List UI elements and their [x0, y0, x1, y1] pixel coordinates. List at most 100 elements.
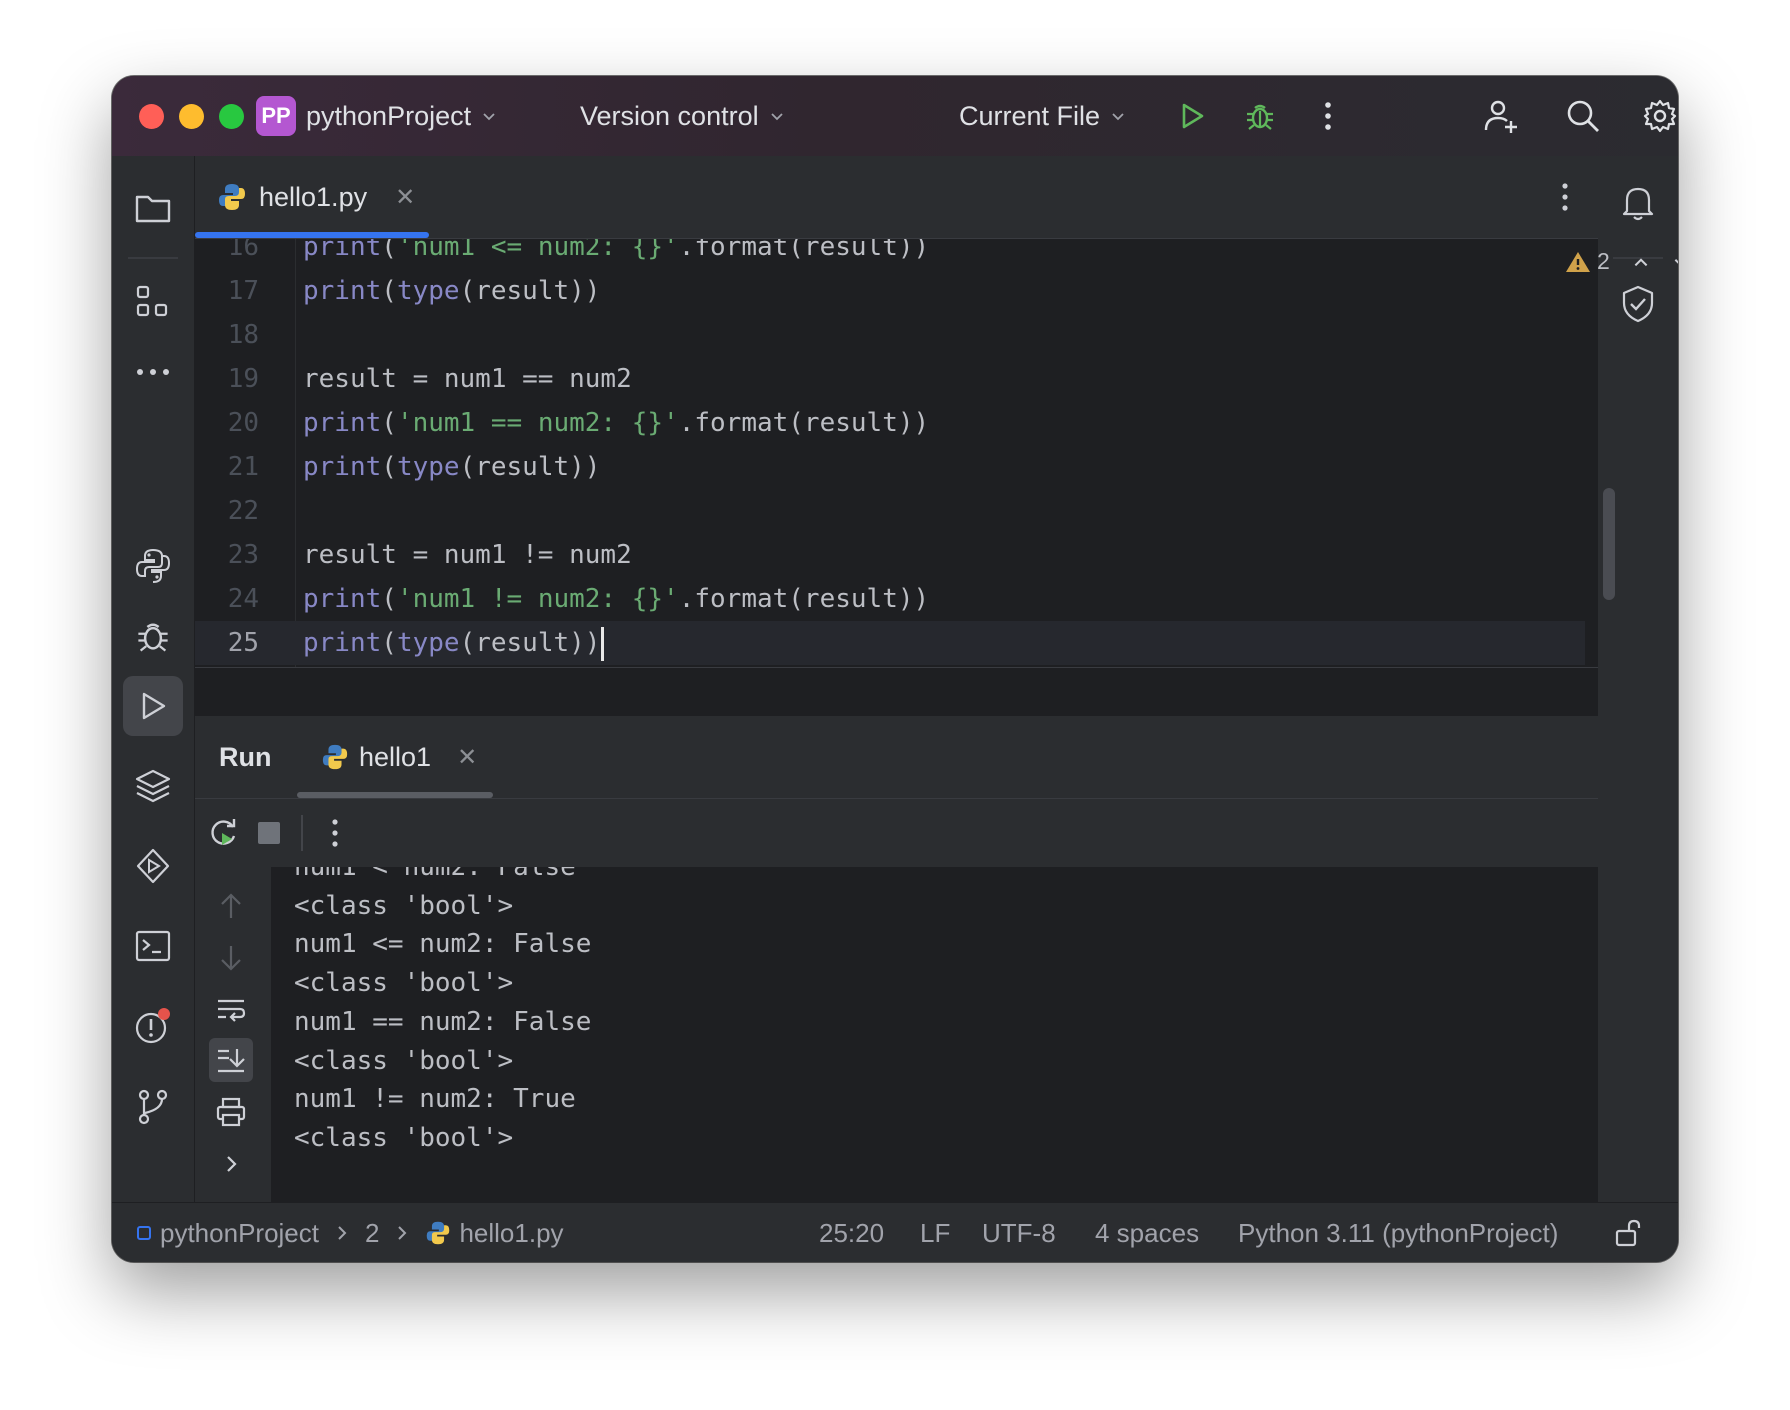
right-tool-strip — [1597, 156, 1678, 1262]
python-packages-tool-button[interactable] — [123, 536, 183, 596]
debug-tool-button[interactable] — [123, 606, 183, 666]
run-icon — [142, 692, 166, 720]
printer-icon — [216, 1097, 246, 1127]
code-line[interactable]: 17 print(type(result)) — [195, 269, 1585, 313]
run-icon — [1182, 103, 1204, 129]
code-line[interactable]: 24 print('num1 != num2: {}'.format(result… — [195, 577, 1585, 621]
line-separator[interactable]: LF — [920, 1203, 950, 1262]
structure-tool-button[interactable] — [123, 272, 183, 332]
scroll-to-end-button[interactable] — [209, 1038, 253, 1082]
indent-setting[interactable]: 4 spaces — [1095, 1203, 1199, 1262]
problems-icon — [135, 1008, 170, 1044]
project-tool-button[interactable] — [123, 178, 183, 238]
console-line: <class 'bool'> — [294, 1045, 514, 1076]
gear-icon — [1643, 99, 1677, 133]
line-number: 22 — [227, 496, 259, 526]
line-number: 16 — [227, 239, 259, 262]
python-file-icon — [322, 744, 348, 770]
minimize-window-button[interactable] — [179, 104, 204, 129]
close-run-tab-icon[interactable]: ✕ — [457, 743, 477, 772]
run-toolbar — [195, 799, 1598, 867]
chevron-right-icon — [227, 1156, 237, 1172]
print-button[interactable] — [209, 1090, 253, 1134]
breadcrumb-project[interactable]: pythonProject — [160, 1218, 319, 1249]
warnings-count: 2 — [1597, 248, 1610, 274]
code-line[interactable]: 19 result = num1 == num2 — [195, 357, 1585, 401]
project-badge: PP — [256, 96, 296, 136]
expand-actions-button[interactable] — [209, 1142, 253, 1186]
terminal-tool-button[interactable] — [123, 916, 183, 976]
more-actions-button[interactable] — [1308, 96, 1348, 136]
more-vertical-icon — [332, 819, 338, 847]
python-file-icon — [219, 184, 245, 210]
chevron-up-icon[interactable] — [1632, 253, 1650, 271]
code-line[interactable]: 23 result = num1 != num2 — [195, 533, 1585, 577]
inspection-widget[interactable]: 2 — [1565, 248, 1678, 275]
debug-button[interactable] — [1240, 96, 1280, 136]
run-tab-hello1[interactable]: hello1 ✕ — [297, 716, 493, 798]
readonly-toggle[interactable] — [1614, 1203, 1644, 1262]
problems-tool-button[interactable] — [123, 996, 183, 1056]
git-tool-button[interactable] — [123, 1076, 183, 1136]
version-control-menu[interactable]: Version control — [580, 76, 785, 156]
run-tool-button[interactable] — [123, 676, 183, 736]
code-line[interactable]: 18 — [195, 313, 1585, 357]
scroll-up-button[interactable] — [209, 884, 253, 928]
run-tab-indicator — [297, 792, 493, 798]
services-tool-button[interactable] — [123, 836, 183, 896]
chevron-down-icon — [770, 113, 783, 121]
run-more-actions-button[interactable] — [315, 813, 355, 853]
breadcrumb-folder[interactable]: 2 — [365, 1218, 379, 1249]
notifications-button[interactable] — [1608, 173, 1668, 233]
project-selector[interactable]: PP pythonProject — [256, 76, 497, 156]
scroll-to-end-icon — [218, 1049, 245, 1073]
code-text: result = num1 != num2 — [303, 540, 632, 570]
console-line: num1 == num2: False — [294, 1006, 592, 1037]
code-line[interactable]: 16 print('num1 <= num2: {}'.format(result… — [195, 239, 1585, 269]
code-text: print('num1 == num2: {}'.format(result)) — [303, 408, 930, 438]
rerun-button[interactable] — [203, 813, 243, 853]
file-encoding[interactable]: UTF-8 — [982, 1203, 1056, 1262]
code-with-me-button[interactable] — [1481, 96, 1521, 136]
settings-button[interactable] — [1640, 96, 1678, 136]
python-console-tool-button[interactable] — [123, 756, 183, 816]
code-line[interactable]: 25 print(type(result)) — [195, 621, 1585, 665]
search-everywhere-button[interactable] — [1563, 96, 1603, 136]
chevron-down-icon[interactable] — [1672, 253, 1678, 271]
run-button[interactable] — [1172, 96, 1212, 136]
zoom-window-button[interactable] — [219, 104, 244, 129]
code-text: print('num1 != num2: {}'.format(result)) — [303, 584, 930, 614]
services-icon — [136, 848, 170, 884]
line-number: 17 — [227, 276, 259, 306]
code-editor[interactable]: 16 print('num1 <= num2: {}'.format(result… — [195, 239, 1598, 667]
ai-assistant-button[interactable] — [1608, 274, 1668, 334]
code-line[interactable]: 20 print('num1 == num2: {}'.format(result… — [195, 401, 1585, 445]
line-number: 24 — [227, 584, 259, 614]
close-window-button[interactable] — [139, 104, 164, 129]
caret-position[interactable]: 25:20 — [819, 1203, 884, 1262]
run-configuration-selector[interactable]: Current File — [959, 76, 1126, 156]
line-number: 18 — [227, 320, 259, 350]
text-caret — [601, 626, 605, 661]
stop-icon — [258, 822, 280, 844]
breadcrumb-file[interactable]: hello1.py — [459, 1218, 563, 1249]
scroll-down-button[interactable] — [209, 936, 253, 980]
stop-button[interactable] — [249, 813, 289, 853]
close-tab-icon[interactable]: ✕ — [395, 183, 415, 212]
more-tool-windows-button[interactable] — [123, 342, 183, 402]
chevron-right-icon — [338, 1226, 347, 1240]
project-name: pythonProject — [306, 100, 472, 131]
line-number: 20 — [227, 408, 259, 438]
code-text: print(type(result)) — [303, 621, 605, 665]
more-vertical-icon — [1562, 183, 1568, 211]
editor-tab-hello1[interactable]: hello1.py ✕ — [195, 156, 429, 238]
editor-scrollbar[interactable] — [1603, 488, 1615, 600]
code-line[interactable]: 22 — [195, 489, 1585, 533]
python-interpreter[interactable]: Python 3.11 (pythonProject) — [1238, 1203, 1558, 1262]
left-tool-strip — [112, 156, 195, 1262]
editor-tab-label: hello1.py — [259, 181, 368, 212]
warning-icon — [1566, 251, 1590, 272]
soft-wrap-button[interactable] — [209, 988, 253, 1032]
code-line[interactable]: 21 print(type(result)) — [195, 445, 1585, 489]
editor-tab-menu-button[interactable] — [1560, 182, 1570, 217]
